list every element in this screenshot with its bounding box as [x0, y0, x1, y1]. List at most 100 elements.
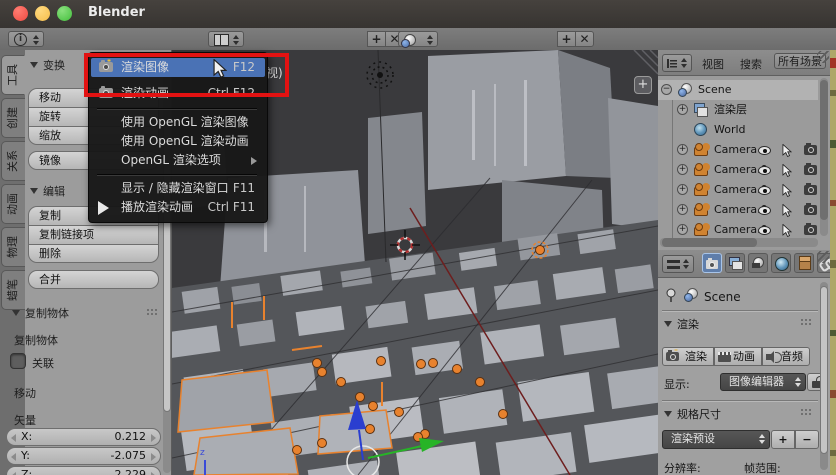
tab-create[interactable]: 创建 [1, 98, 25, 138]
menu-item-show-hide-render-view[interactable]: 显示 / 隐藏渲染窗口 F11 [91, 179, 265, 198]
decrement-arrow-icon[interactable] [11, 434, 16, 442]
menu-item-render-animation[interactable]: 渲染动画 Ctrl F12 [91, 84, 265, 103]
renderability-camera-icon[interactable] [804, 203, 817, 215]
expand-toggle[interactable]: + [677, 164, 688, 175]
camera-icon [694, 143, 708, 156]
add-layout-button[interactable]: + [367, 31, 386, 47]
tab-scene[interactable] [748, 253, 768, 273]
audio-button[interactable]: 音频 [762, 347, 810, 366]
menu-item-play-rendered-animation[interactable]: 播放渲染动画 Ctrl F11 [91, 198, 265, 217]
transform-panel-header[interactable]: 变换 [30, 57, 65, 73]
scrollbar-thumb[interactable] [820, 286, 828, 454]
outliner-horizontal-scrollbar[interactable] [660, 238, 818, 247]
minimize-window-button[interactable] [35, 6, 50, 21]
visibility-eye-icon[interactable] [758, 146, 771, 155]
expand-sidebar-button[interactable]: + [634, 76, 652, 94]
collapse-toggle[interactable]: − [661, 84, 672, 95]
remove-preset-button[interactable]: − [795, 430, 819, 449]
editor-type-button[interactable]: i [8, 31, 44, 47]
add-preset-button[interactable]: + [771, 430, 795, 449]
tab-tools[interactable]: 工具 [1, 55, 25, 95]
tab-relations[interactable]: 关系 [1, 141, 25, 181]
vector-y-field[interactable]: Y: -2.075 [6, 447, 161, 465]
panel-drag-dots-icon[interactable] [800, 318, 813, 327]
visibility-eye-icon[interactable] [758, 206, 771, 215]
outliner-vertical-scrollbar[interactable] [820, 78, 828, 236]
close-window-button[interactable] [13, 6, 28, 21]
zoom-window-button[interactable] [57, 6, 72, 21]
delete-button[interactable]: 删除 [28, 244, 159, 263]
display-mode-select[interactable]: 图像编辑器 [720, 373, 806, 391]
increment-arrow-icon[interactable] [151, 434, 156, 442]
expand-toggle[interactable]: + [677, 104, 688, 115]
linked-checkbox[interactable] [10, 353, 26, 369]
vector-x-field[interactable]: X: 0.212 [6, 428, 161, 446]
properties-scrollbar[interactable] [820, 282, 828, 470]
panel-drag-dots-icon[interactable] [146, 308, 159, 317]
tree-row-world[interactable]: World [658, 120, 818, 140]
scene-browse-button[interactable] [398, 31, 438, 48]
tree-row-camera[interactable]: + Camera.0 [658, 220, 818, 240]
delete-scene-button[interactable]: ✕ [575, 31, 594, 47]
outliner-search-menu[interactable]: 搜索 [740, 56, 762, 72]
tab-render-layers[interactable] [725, 253, 745, 273]
renderability-camera-icon[interactable] [804, 223, 817, 235]
render-panel-header[interactable]: 渲染 [664, 316, 699, 332]
menu-item-opengl-render-image[interactable]: 使用 OpenGL 渲染图像 [91, 113, 265, 132]
selectability-cursor-icon[interactable] [782, 184, 792, 197]
menu-item-opengl-render-animation[interactable]: 使用 OpenGL 渲染动画 [91, 132, 265, 151]
tree-row-camera[interactable]: + Camera.0 [658, 160, 818, 180]
vector-z-field[interactable]: Z: 2.229 [6, 466, 161, 475]
outliner-editor-type-button[interactable] [662, 54, 692, 72]
tree-row-render-layers[interactable]: + 渲染层 [658, 100, 818, 120]
visibility-eye-icon[interactable] [758, 186, 771, 195]
render-button[interactable]: 渲染 [662, 347, 714, 366]
tab-physics[interactable]: 物理 [1, 227, 25, 267]
pin-icon[interactable] [665, 288, 677, 302]
tab-render[interactable] [702, 253, 722, 273]
chevron-updown-icon [427, 35, 434, 45]
tab-object[interactable] [794, 253, 814, 273]
area-corner-grip[interactable] [817, 251, 829, 263]
tree-row-camera[interactable]: + Camera.0 [658, 200, 818, 220]
renderability-camera-icon[interactable] [804, 163, 817, 175]
properties-breadcrumb[interactable]: Scene [704, 290, 741, 304]
renderability-camera-icon[interactable] [804, 143, 817, 155]
tab-world[interactable] [771, 253, 791, 273]
scrollbar-thumb[interactable] [662, 238, 757, 247]
menu-item-opengl-render-options[interactable]: OpenGL 渲染选项 [91, 151, 265, 170]
renderability-camera-icon[interactable] [804, 183, 817, 195]
expand-toggle[interactable]: + [677, 144, 688, 155]
panel-drag-dots-icon[interactable] [800, 408, 813, 417]
visibility-eye-icon[interactable] [758, 226, 771, 235]
join-button[interactable]: 合并 [28, 270, 159, 289]
visibility-eye-icon[interactable] [758, 166, 771, 175]
selectability-cursor-icon[interactable] [782, 224, 792, 237]
tree-row-camera[interactable]: + Camera [658, 140, 818, 160]
add-scene-button[interactable]: + [557, 31, 576, 47]
expand-toggle[interactable]: + [677, 224, 688, 235]
outliner-view-menu[interactable]: 视图 [702, 56, 724, 72]
tab-grease-pencil[interactable]: 蜡笔 [1, 270, 25, 310]
selectability-cursor-icon[interactable] [782, 164, 792, 177]
duplicate-objects-panel-header[interactable]: 复制物体 [12, 305, 69, 321]
dimensions-panel-header[interactable]: 规格尺寸 [664, 406, 721, 422]
render-presets-select[interactable]: 渲染预设 [662, 430, 770, 449]
animation-button[interactable]: 动画 [714, 347, 762, 366]
expand-toggle[interactable]: + [677, 204, 688, 215]
tree-row-camera[interactable]: + Camera.0 [658, 180, 818, 200]
scrollbar-thumb[interactable] [820, 80, 828, 220]
area-corner-grip[interactable] [817, 51, 829, 63]
selectability-cursor-icon[interactable] [782, 144, 792, 157]
tree-row-scene[interactable]: − Scene [658, 80, 818, 100]
expand-toggle[interactable]: + [677, 184, 688, 195]
screen-layout-button[interactable] [208, 31, 244, 47]
duplicate-linked-button[interactable]: 复制链接项 [28, 225, 159, 244]
selectability-cursor-icon[interactable] [782, 204, 792, 217]
decrement-arrow-icon[interactable] [11, 453, 16, 461]
properties-editor-type-button[interactable] [662, 255, 694, 273]
menu-item-render-image[interactable]: 渲染图像 F12 [91, 58, 265, 77]
increment-arrow-icon[interactable] [151, 453, 156, 461]
tab-animation[interactable]: 动画 [1, 184, 25, 224]
edit-panel-header[interactable]: 编辑 [30, 183, 65, 199]
